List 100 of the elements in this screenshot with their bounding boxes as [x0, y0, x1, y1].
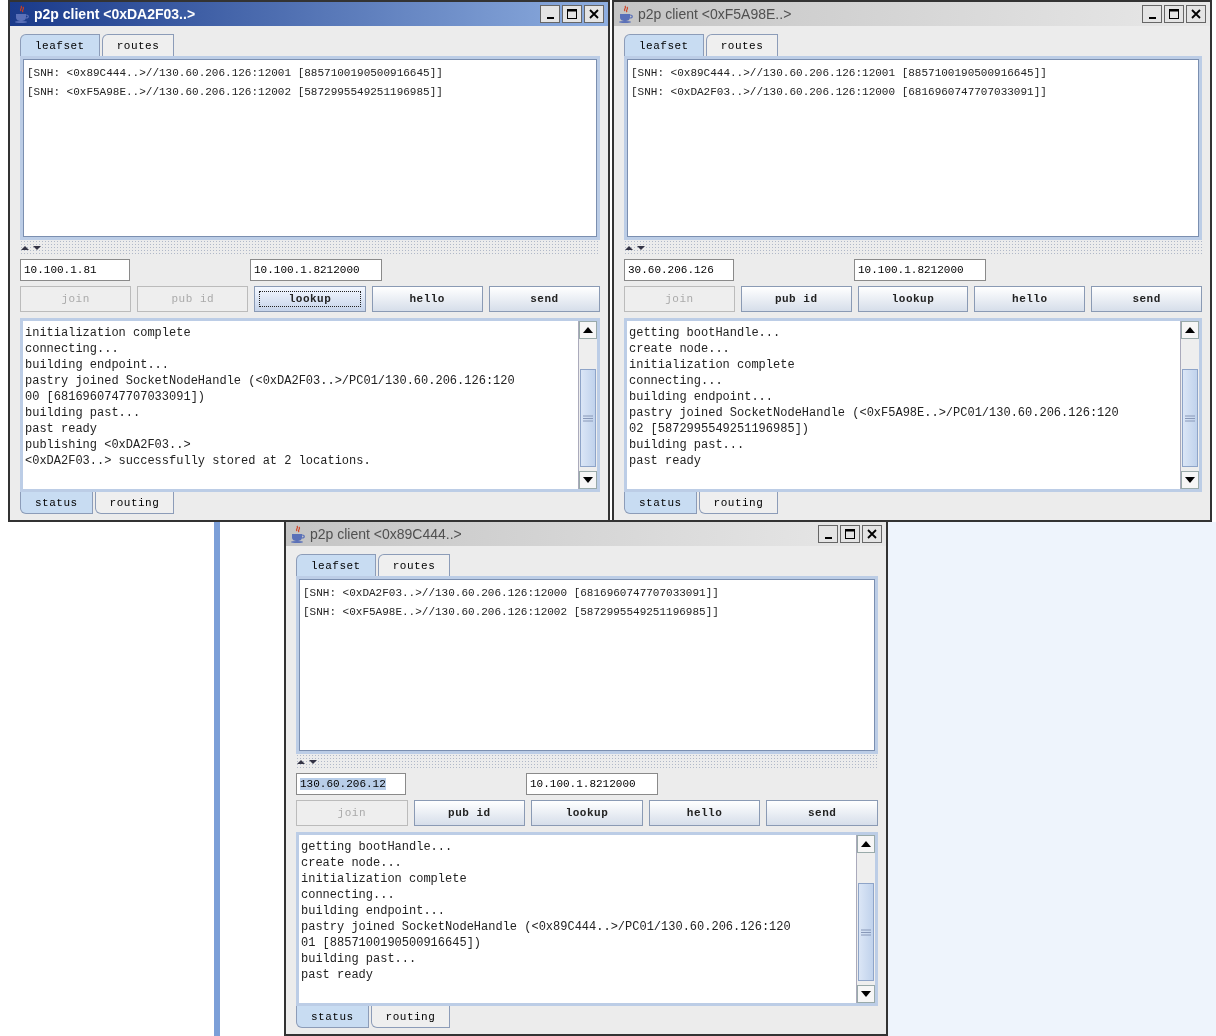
scroll-thumb[interactable] — [580, 369, 596, 467]
window-title: p2p client <0xF5A98E..> — [638, 6, 792, 22]
expand-collapse-arrows-icon — [296, 758, 320, 766]
action-button[interactable]: send — [488, 286, 600, 312]
up-arrow-icon — [861, 841, 871, 847]
maximize-button[interactable] — [562, 5, 582, 23]
log-line: create node... — [629, 341, 731, 357]
tab[interactable]: leafset — [624, 34, 704, 56]
action-button[interactable]: pub id — [413, 800, 526, 826]
vertical-scrollbar[interactable] — [1180, 321, 1199, 489]
maximize-button[interactable] — [1164, 5, 1184, 23]
scroll-down-button[interactable] — [857, 985, 875, 1003]
minimize-button[interactable] — [818, 525, 838, 543]
log-line: building past... — [25, 405, 142, 421]
text-field[interactable]: 10.100.1.81 — [20, 259, 130, 281]
minimize-icon — [1148, 17, 1156, 19]
action-button[interactable]: lookup — [254, 286, 366, 312]
log-line: connecting... — [25, 341, 120, 357]
leafset-entry: [SNH: <0xDA2F03..>//130.60.206.126:12000 [6816960747707033091]] — [631, 85, 1048, 100]
log-line: initialization complete — [301, 871, 468, 887]
text-field[interactable]: 30.60.206.126 — [624, 259, 734, 281]
close-button[interactable] — [1186, 5, 1206, 23]
tab[interactable]: status — [20, 492, 93, 514]
log-line: connecting... — [301, 887, 396, 903]
up-arrow-icon — [583, 327, 593, 333]
minimize-button[interactable] — [1142, 5, 1162, 23]
action-button[interactable]: hello — [371, 286, 483, 312]
leafset-entry: [SNH: <0x89C444..>//130.60.206.126:12001 [8857100190500916645]] — [631, 66, 1048, 81]
action-button[interactable]: lookup — [857, 286, 969, 312]
maximize-icon — [566, 8, 578, 20]
window-title: p2p client <0xDA2F03..> — [34, 6, 196, 22]
log-line: 01 [8857100190500916645]) — [301, 935, 483, 951]
grip-lines-icon — [1185, 414, 1195, 422]
close-button[interactable] — [862, 525, 882, 543]
log-line: pastry joined SocketNodeHandle (<0xF5A98E..>/PC01/130.60.206.126:120 — [629, 405, 1120, 421]
leafset-entry: [SNH: <0x89C444..>//130.60.206.126:12001 [8857100190500916645]] — [27, 66, 444, 81]
tab[interactable]: routes — [101, 34, 175, 56]
log-line: publishing <0xDA2F03..> — [25, 437, 192, 453]
action-button[interactable]: send — [766, 800, 878, 826]
log-line: past ready — [25, 421, 98, 437]
minimize-icon — [824, 537, 832, 539]
down-arrow-icon — [1185, 477, 1195, 483]
maximize-button[interactable] — [840, 525, 860, 543]
log-line: building past... — [629, 437, 746, 453]
grip-lines-icon — [861, 928, 871, 936]
vertical-scrollbar[interactable] — [856, 835, 875, 1003]
log-line: past ready — [629, 453, 702, 469]
action-button[interactable]: send — [1091, 286, 1202, 312]
coffee-cup-icon — [290, 525, 306, 543]
tab[interactable]: routing — [370, 1006, 451, 1028]
scroll-down-button[interactable] — [579, 471, 597, 489]
maximize-icon — [844, 528, 856, 540]
minimize-button[interactable] — [540, 5, 560, 23]
action-button[interactable]: hello — [974, 286, 1086, 312]
close-button[interactable] — [584, 5, 604, 23]
grip-lines-icon — [583, 414, 593, 422]
leafset-entry: [SNH: <0xDA2F03..>//130.60.206.126:12000 [6816960747707033091]] — [303, 586, 720, 601]
action-button[interactable]: lookup — [531, 800, 643, 826]
leafset-entry: [SNH: <0xF5A98E..>//130.60.206.126:12002 [5872995549251196985]] — [27, 85, 444, 100]
vertical-scrollbar[interactable] — [578, 321, 597, 489]
action-button[interactable]: hello — [648, 800, 761, 826]
minimize-icon — [546, 17, 554, 19]
tab[interactable]: leafset — [296, 554, 376, 576]
log-line: <0xDA2F03..> successfully stored at 2 locations. — [25, 453, 372, 469]
text-field[interactable]: 130.60.206.12 — [296, 773, 406, 795]
scroll-thumb[interactable] — [858, 883, 874, 981]
tab[interactable]: routes — [377, 554, 451, 576]
tab[interactable]: routing — [698, 492, 779, 514]
scroll-up-button[interactable] — [1181, 321, 1199, 339]
close-icon — [588, 8, 600, 20]
coffee-cup-icon — [618, 5, 634, 23]
close-icon — [866, 528, 878, 540]
scroll-down-button[interactable] — [1181, 471, 1199, 489]
tab[interactable]: leafset — [20, 34, 100, 56]
down-arrow-icon — [583, 477, 593, 483]
window-title: p2p client <0x89C444..> — [310, 526, 462, 542]
log-line: 00 [6816960747707033091]) — [25, 389, 207, 405]
log-line: pastry joined SocketNodeHandle (<0x89C444..>/PC01/130.60.206.126:120 — [301, 919, 792, 935]
action-button[interactable]: pub id — [740, 286, 852, 312]
log-line: initialization complete — [25, 325, 192, 341]
log-line: create node... — [301, 855, 403, 871]
text-field[interactable]: 10.100.1.8212000 — [854, 259, 986, 281]
log-line: building endpoint... — [25, 357, 171, 373]
scroll-up-button[interactable] — [579, 321, 597, 339]
scroll-thumb[interactable] — [1182, 369, 1198, 467]
tab[interactable]: status — [624, 492, 697, 514]
scroll-up-button[interactable] — [857, 835, 875, 853]
log-line: building past... — [301, 951, 418, 967]
text-field[interactable]: 10.100.1.8212000 — [526, 773, 658, 795]
tab[interactable]: routes — [705, 34, 779, 56]
close-icon — [1190, 8, 1202, 20]
log-line: initialization complete — [629, 357, 796, 373]
tab[interactable]: routing — [94, 492, 175, 514]
log-line: getting bootHandle... — [629, 325, 782, 341]
coffee-cup-icon — [14, 5, 30, 23]
tab[interactable]: status — [296, 1006, 369, 1028]
log-line: pastry joined SocketNodeHandle (<0xDA2F03..>/PC01/130.60.206.126:120 — [25, 373, 516, 389]
down-arrow-icon — [861, 991, 871, 997]
text-field[interactable]: 10.100.1.8212000 — [250, 259, 382, 281]
maximize-icon — [1168, 8, 1180, 20]
